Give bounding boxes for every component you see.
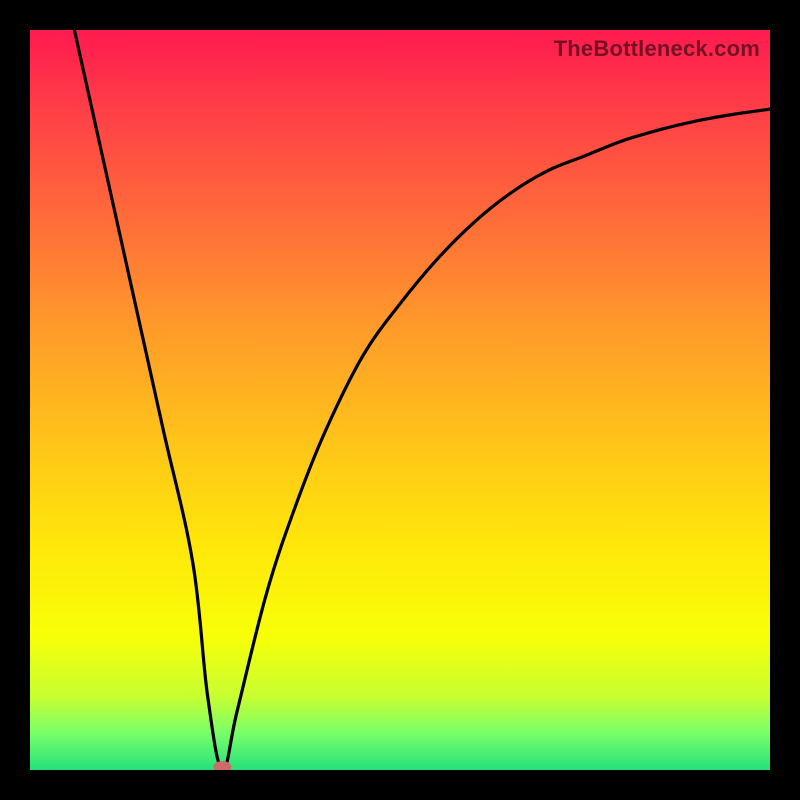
chart-frame: TheBottleneck.com xyxy=(0,0,800,800)
bottleneck-curve xyxy=(30,30,770,770)
plot-area: TheBottleneck.com xyxy=(30,30,770,770)
